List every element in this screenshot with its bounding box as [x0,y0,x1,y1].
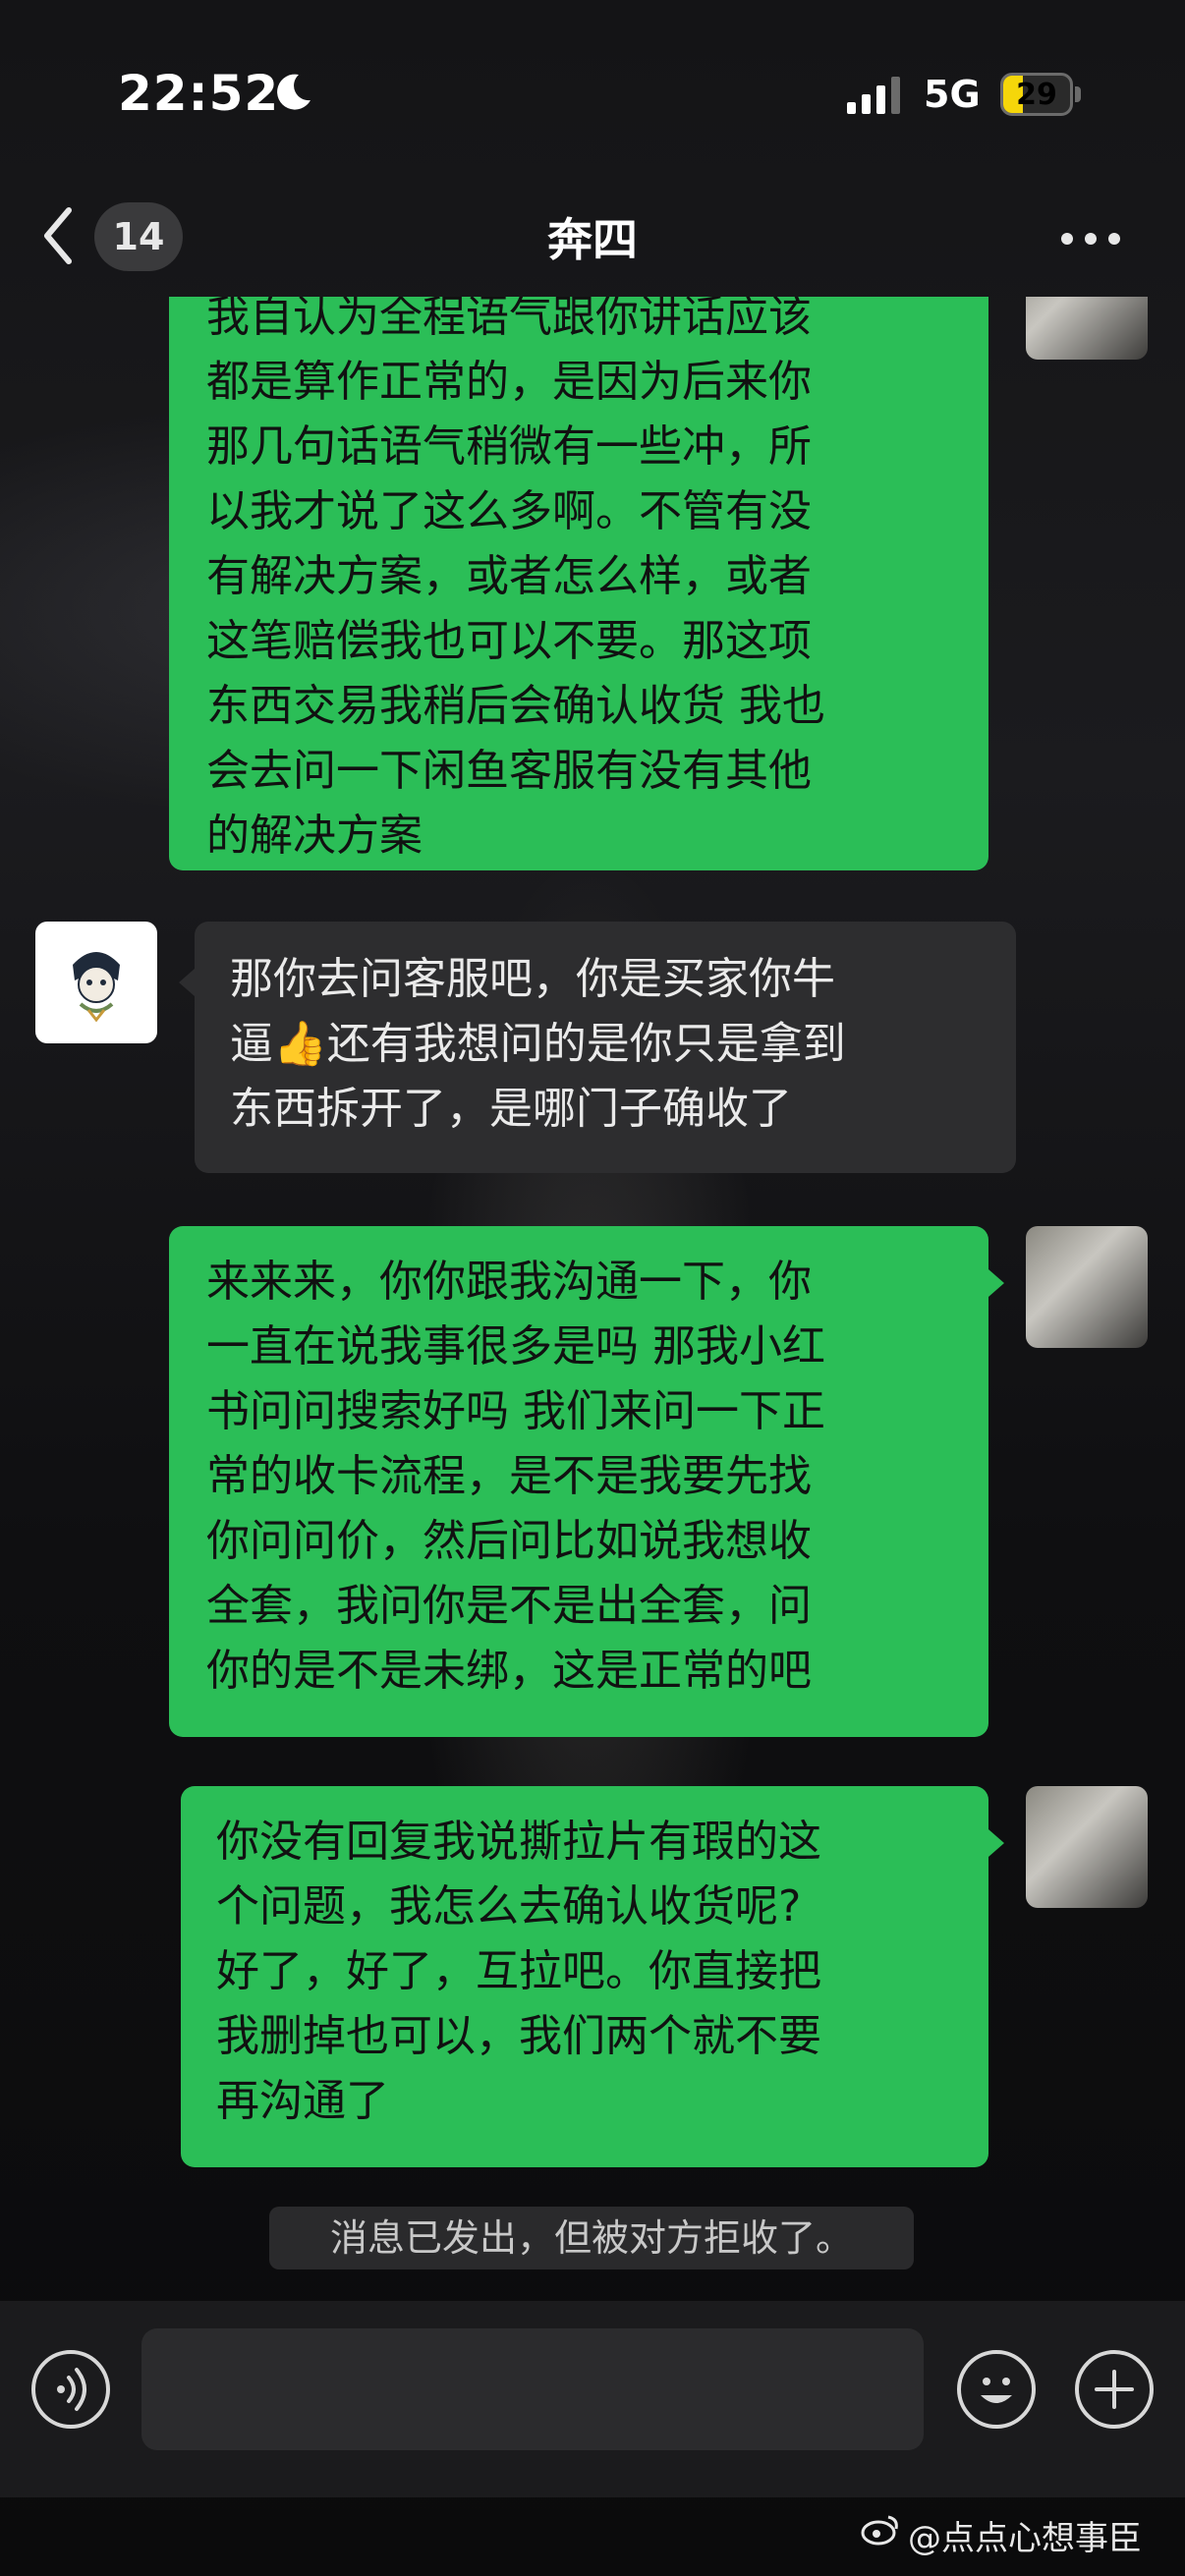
battery-icon: 29 [1000,73,1073,116]
message-bubble-incoming[interactable]: 那你去问客服吧，你是买家你牛 逼👍还有我想问的是你只是拿到 东西拆开了，是哪门子… [195,922,1016,1173]
message-bubble-outgoing[interactable]: 我自认为全程语气跟你讲话应该 都是算作正常的，是因为后来你 那几句话语气稍微有一… [169,297,988,870]
voice-input-icon[interactable] [31,2350,110,2429]
cartoon-avatar-icon [73,952,120,1023]
contact-avatar[interactable] [35,922,157,1043]
bubble-tail [179,969,195,996]
weibo-watermark: @点点心想事臣 [861,2511,1142,2559]
chat-header: 14 奔四 [0,187,1185,297]
more-options-icon[interactable] [1061,230,1140,250]
weibo-logo-icon [861,2515,898,2546]
sound-wave-icon [57,2368,86,2411]
network-type: 5G [924,73,981,116]
my-avatar[interactable] [1026,1226,1148,1348]
add-attachment-icon[interactable] [1075,2350,1154,2429]
bubble-tail [988,1829,1004,1857]
message-list[interactable]: 我自认为全程语气跟你讲话应该 都是算作正常的，是因为后来你 那几句话语气稍微有一… [0,297,1185,2301]
rejected-notice: 消息已发出，但被对方拒收了。 [269,2207,914,2269]
emoji-icon[interactable] [957,2350,1036,2429]
plus-icon [1095,2370,1134,2409]
bubble-tail [988,1269,1004,1297]
cellular-signal-icon [847,77,900,114]
input-bar [0,2301,1185,2497]
battery-percent: 29 [1016,78,1057,112]
contact-name: 奔四 [547,213,638,266]
smiley-face-icon [981,2378,1012,2403]
watermark-text: @点点心想事臣 [908,2519,1142,2558]
my-avatar[interactable] [1026,1786,1148,1908]
clock: 22:52 [118,65,280,122]
message-bubble-outgoing[interactable]: 来来来，你你跟我沟通一下，你 一直在说我事很多是吗 那我小红 书问问搜索好吗 我… [169,1226,988,1737]
message-bubble-outgoing[interactable]: 你没有回复我说撕拉片有瑕的这 个问题，我怎么去确认收货呢? 好了，好了，互拉吧。… [181,1786,988,2167]
message-input[interactable] [141,2328,924,2450]
battery-tip [1075,86,1081,102]
status-bar: 22:52 5G 29 [0,0,1185,187]
my-avatar[interactable] [1026,297,1148,360]
moon-icon [277,74,310,110]
